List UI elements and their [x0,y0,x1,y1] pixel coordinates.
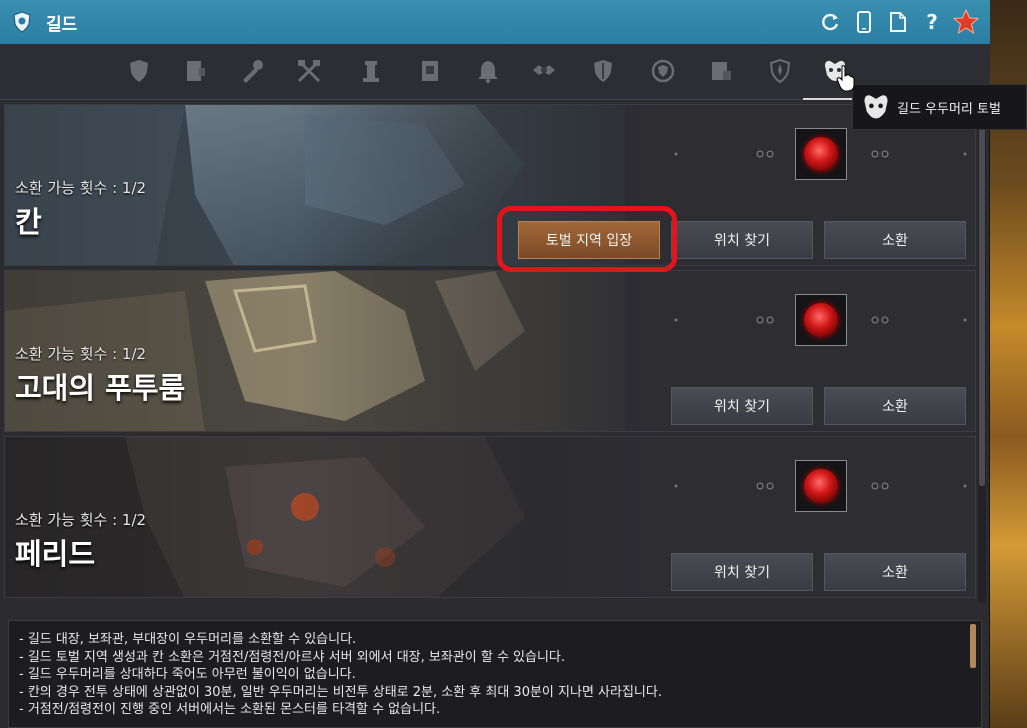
emblem-icon [533,65,555,75]
tooltip-text: 길드 우두머리 토벌 [897,101,1001,117]
guild-shield-icon [10,10,34,34]
boss-card: 소환 가능 횟수 : 1/2 고대의 푸투룸 위치 찾기 소환 [4,270,976,432]
boss-name: 페리드 [15,537,96,571]
find-location-button[interactable]: 위치 찾기 [671,221,813,259]
tab-tools[interactable] [235,54,269,88]
summon-button[interactable]: 소환 [824,553,966,591]
boss-list: 소환 가능 횟수 : 1/2 칸 토벌 지역 입장 위치 찾기 소환 소환 가능… [4,104,976,602]
red-orb-icon [804,137,838,171]
boss-name: 고대의 푸투룸 [15,371,186,405]
tab-guild-info[interactable] [122,54,156,88]
bell-icon [478,61,498,83]
tower-icon [363,61,379,82]
crossed-axes-icon [297,59,321,83]
window-title: 길드 [46,14,78,35]
red-orb-icon [804,303,838,337]
guild-window: 길드 ? 길드 우두머리 토벌 소환 가능 횟수: 1/2 칸 토벌 지역 입… [0,0,1027,728]
summon-count: 소환 가능 횟수 : 1/2 [15,345,147,363]
notice-scrollbar-thumb[interactable] [970,624,976,668]
summon-count: 소환 가능 횟수 : 1/2 [15,179,147,197]
boss-orb-slot[interactable] [795,460,847,512]
notebook-icon [187,61,205,81]
notice-line: - 길드 대장, 보좌관, 부대장이 우두머리를 소환할 수 있습니다. [19,632,357,647]
refresh-icon[interactable] [816,8,844,36]
tab-defense[interactable] [586,54,620,88]
boss-orb-slot[interactable] [795,294,847,346]
tab-emblem[interactable] [527,54,561,88]
shield-icon [130,60,148,82]
laurel-shield-icon [651,59,675,83]
tab-fleur[interactable] [763,54,797,88]
boss-orb-slot[interactable] [795,128,847,180]
hand-cursor-icon [836,65,855,92]
mobile-icon[interactable] [850,8,878,36]
summon-button[interactable]: 소환 [824,387,966,425]
red-orb-icon [804,469,838,503]
notice-line: - 길드 우두머리를 상대하다 죽어도 아무런 불이익이 없습니다. [19,667,356,682]
title-bar[interactable]: 길드 ? [0,0,990,44]
find-location-button[interactable]: 위치 찾기 [671,553,813,591]
notice-box: - 길드 대장, 보좌관, 부대장이 우두머리를 소환할 수 있습니다. - 길… [8,620,982,728]
favorite-star-icon[interactable] [952,8,980,36]
tab-laurel[interactable] [646,54,680,88]
fleur-shield-icon [769,58,791,84]
tab-contract[interactable] [704,54,738,88]
boss-mask-icon [864,95,888,119]
document-icon[interactable] [884,8,912,36]
tab-members[interactable] [178,54,212,88]
tools-icon [243,60,263,83]
notice-line: - 길드 토벌 지역 생성과 칸 소환은 거점전/점령전/아르샤 서버 외에서 … [19,649,566,665]
title-tools: ? [816,8,980,36]
find-location-button[interactable]: 위치 찾기 [671,387,813,425]
highlight-annotation [497,206,677,272]
sword-shield-icon [594,60,612,82]
scroll-icon [422,61,438,81]
list-scrollbar-thumb[interactable] [979,106,985,486]
tab-tooltip: 길드 우두머리 토벌 [852,84,1027,130]
notice-line: - 거점전/점령전이 진행 중인 서버에서는 소환된 몬스터를 타격할 수 없습… [19,702,441,717]
notice-line: - 칸의 경우 전투 상태에 상관없이 30분, 일반 우두머리는 비전투 상태… [19,684,662,700]
boss-card: 소환 가능 횟수 : 1/2 칸 토벌 지역 입장 위치 찾기 소환 [4,104,976,266]
help-icon[interactable]: ? [918,8,946,36]
summon-button[interactable]: 소환 [824,221,966,259]
tab-scroll[interactable] [413,54,447,88]
tab-bell[interactable] [471,54,505,88]
boss-card: 소환 가능 횟수 : 1/2 페리드 위치 찾기 소환 [4,436,976,598]
tab-tower[interactable] [354,54,388,88]
summon-count: 소환 가능 횟수 : 1/2 [15,511,147,529]
boss-name: 칸 [15,205,42,239]
contract-icon [712,62,731,80]
tab-battle[interactable] [292,54,326,88]
